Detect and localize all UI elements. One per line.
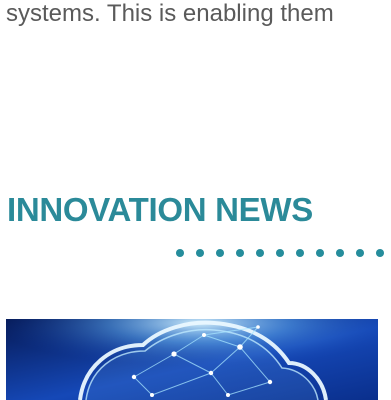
divider-dot: [196, 249, 204, 257]
divider-dot: [176, 249, 184, 257]
divider-dot: [276, 249, 284, 257]
article-body-text: systems. This is enabling them: [6, 0, 334, 27]
dotted-divider: [172, 247, 391, 259]
divider-dot: [256, 249, 264, 257]
hero-image[interactable]: [6, 319, 378, 400]
divider-dot: [216, 249, 224, 257]
divider-dot: [296, 249, 304, 257]
dotted-divider-graphic: [176, 249, 384, 257]
divider-dot: [316, 249, 324, 257]
divider-dot: [336, 249, 344, 257]
divider-dot: [236, 249, 244, 257]
cloud-network-icon: [6, 319, 378, 400]
divider-dot: [356, 249, 364, 257]
page: systems. This is enabling them INNOVATIO…: [0, 0, 391, 400]
divider-dot: [376, 249, 384, 257]
section-heading: INNOVATION NEWS: [7, 191, 313, 228]
